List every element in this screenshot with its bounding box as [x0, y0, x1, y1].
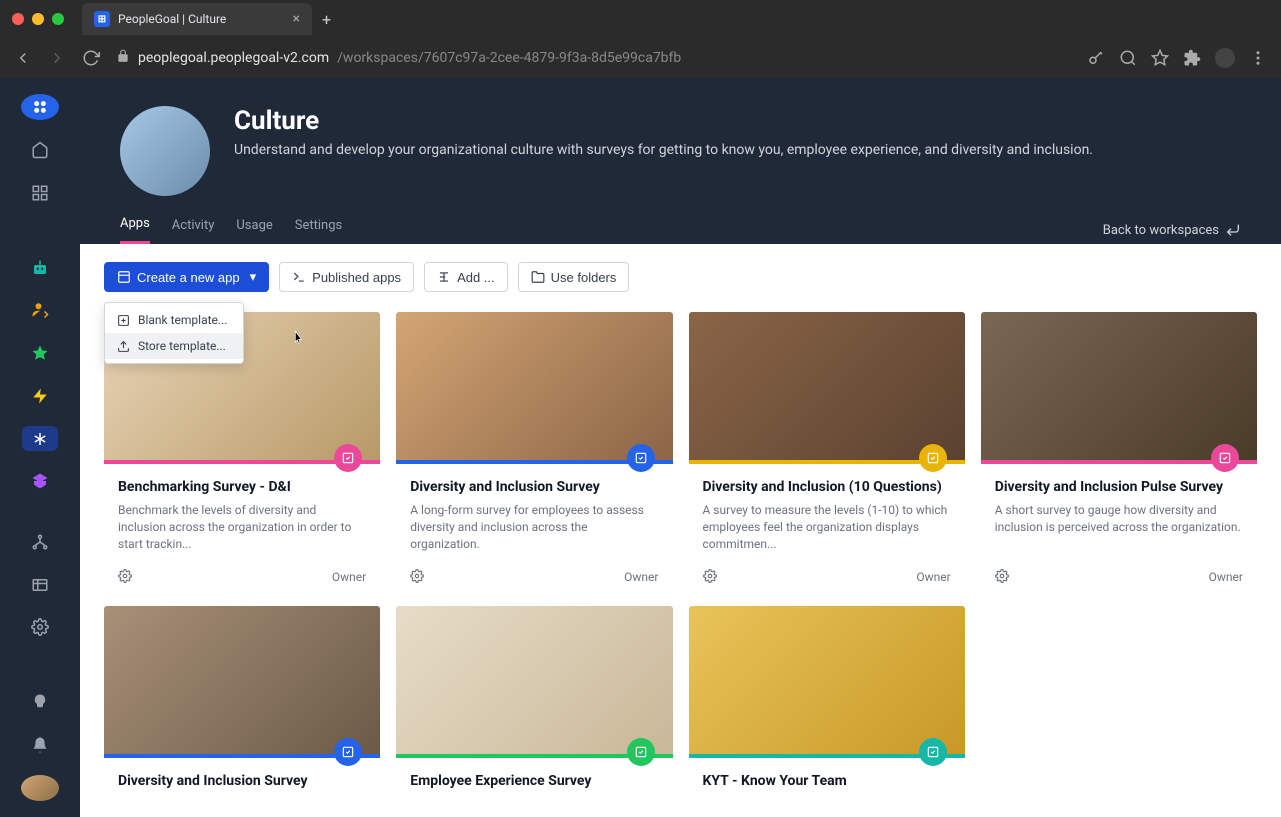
graduation-icon[interactable] [22, 469, 58, 494]
window-controls [12, 13, 64, 25]
page-description: Understand and develop your organization… [234, 142, 1093, 158]
person-edit-icon[interactable] [22, 298, 58, 323]
tab-settings[interactable]: Settings [295, 218, 342, 243]
bell-icon[interactable] [22, 732, 58, 757]
tab-activity[interactable]: Activity [172, 218, 215, 243]
browser-tab[interactable]: ⊞ PeopleGoal | Culture × [82, 3, 312, 35]
card-description: Benchmark the levels of diversity and in… [118, 502, 366, 552]
favicon-icon: ⊞ [94, 11, 110, 27]
page-title: Culture [234, 106, 1093, 136]
create-app-button[interactable]: Create a new app ▾ [104, 262, 269, 292]
blank-template-option[interactable]: Blank template... [105, 307, 243, 333]
card-image [396, 606, 672, 754]
app-card[interactable]: Employee Experience Survey [396, 606, 672, 804]
window-close-icon[interactable] [12, 13, 24, 25]
app-card[interactable]: Diversity and Inclusion Pulse Survey A s… [981, 312, 1257, 590]
asterisk-icon[interactable] [22, 426, 58, 451]
card-title: KYT - Know Your Team [703, 772, 951, 790]
reload-button[interactable] [82, 49, 100, 67]
extensions-icon[interactable] [1183, 49, 1201, 67]
forward-button[interactable] [48, 49, 66, 67]
card-image [981, 312, 1257, 460]
browser-chrome: ⊞ PeopleGoal | Culture × + peoplegoal.pe… [0, 0, 1281, 78]
org-chart-icon[interactable] [22, 530, 58, 555]
card-image [689, 312, 965, 460]
profile-avatar[interactable] [1215, 48, 1235, 68]
tab-navigation: Apps Activity Usage Settings Back to wor… [80, 196, 1281, 244]
app-card[interactable]: KYT - Know Your Team [689, 606, 965, 804]
tab-title: PeopleGoal | Culture [118, 12, 226, 26]
url-domain: peoplegoal.peoplegoal-v2.com [138, 50, 329, 66]
app-grid: Benchmarking Survey - D&I Benchmark the … [104, 312, 1257, 804]
back-button[interactable] [14, 49, 32, 67]
key-icon[interactable] [1087, 49, 1105, 67]
window-maximize-icon[interactable] [52, 13, 64, 25]
back-to-workspaces-link[interactable]: Back to workspaces [1103, 222, 1241, 238]
bulb-icon[interactable] [22, 689, 58, 714]
card-image [689, 606, 965, 754]
home-icon[interactable] [22, 138, 58, 163]
add-button[interactable]: Add ... [424, 262, 508, 292]
card-image [104, 606, 380, 754]
grid-icon[interactable] [22, 181, 58, 206]
card-image [396, 312, 672, 460]
table-icon[interactable] [22, 572, 58, 597]
published-apps-button[interactable]: Published apps [279, 262, 414, 292]
card-title: Employee Experience Survey [410, 772, 658, 790]
zoom-icon[interactable] [1119, 49, 1137, 67]
card-description: A short survey to gauge how diversity an… [995, 502, 1243, 536]
use-folders-button[interactable]: Use folders [518, 262, 630, 292]
card-title: Diversity and Inclusion Survey [410, 478, 658, 496]
bolt-icon[interactable] [22, 383, 58, 408]
app-card[interactable]: Diversity and Inclusion (10 Questions) A… [689, 312, 965, 590]
card-title: Diversity and Inclusion Pulse Survey [995, 478, 1243, 496]
role-label: Owner [1209, 570, 1243, 584]
role-label: Owner [916, 570, 950, 584]
address-bar[interactable]: peoplegoal.peoplegoal-v2.com/workspaces/… [116, 49, 1071, 67]
workspace-header: Culture Understand and develop your orga… [80, 78, 1281, 196]
star-icon[interactable] [1151, 49, 1169, 67]
card-badge-icon [1211, 444, 1239, 472]
card-badge-icon [627, 444, 655, 472]
gear-icon[interactable] [703, 569, 717, 586]
tab-apps[interactable]: Apps [120, 216, 150, 244]
user-avatar[interactable] [21, 775, 59, 801]
gear-icon[interactable] [410, 569, 424, 586]
card-badge-icon [919, 444, 947, 472]
card-title: Diversity and Inclusion Survey [118, 772, 366, 790]
sidebar [0, 78, 80, 817]
card-badge-icon [334, 738, 362, 766]
new-tab-button[interactable]: + [322, 10, 331, 29]
lock-icon [116, 49, 130, 67]
menu-icon[interactable] [1249, 49, 1267, 67]
tab-usage[interactable]: Usage [236, 218, 272, 243]
toolbar: Create a new app ▾ Published apps Add ..… [104, 262, 1257, 292]
role-label: Owner [332, 570, 366, 584]
card-title: Benchmarking Survey - D&I [118, 478, 366, 496]
close-icon[interactable]: × [293, 11, 300, 27]
app-card[interactable]: Diversity and Inclusion Survey A long-fo… [396, 312, 672, 590]
url-path: /workspaces/7607c97a-2cee-4879-9f3a-8d5e… [337, 50, 681, 66]
gear-icon[interactable] [22, 615, 58, 640]
gear-icon[interactable] [118, 569, 132, 586]
chevron-down-icon: ▾ [250, 269, 257, 285]
store-template-option[interactable]: Store template... [105, 333, 243, 359]
window-minimize-icon[interactable] [32, 13, 44, 25]
card-badge-icon [919, 738, 947, 766]
star-nav-icon[interactable] [22, 341, 58, 366]
cursor-icon [290, 330, 306, 350]
robot-icon[interactable] [22, 255, 58, 280]
workspace-image [120, 106, 210, 196]
card-badge-icon [627, 738, 655, 766]
app-card[interactable]: Diversity and Inclusion Survey [104, 606, 380, 804]
role-label: Owner [624, 570, 658, 584]
card-description: A survey to measure the levels (1-10) to… [703, 502, 951, 552]
create-dropdown: Blank template... Store template... [104, 302, 244, 364]
card-description: A long-form survey for employees to asse… [410, 502, 658, 552]
gear-icon[interactable] [995, 569, 1009, 586]
card-title: Diversity and Inclusion (10 Questions) [703, 478, 951, 496]
app-logo[interactable] [21, 94, 59, 120]
